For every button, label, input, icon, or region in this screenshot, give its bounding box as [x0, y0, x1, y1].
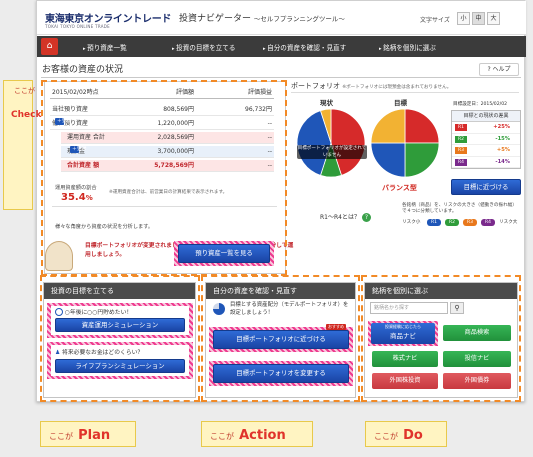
risk-small-label: リスク小	[402, 220, 421, 225]
check-callout: ここが Check	[3, 80, 42, 210]
font-size-label: 文字サイズ	[420, 17, 450, 24]
action-callout: ここが Action	[201, 421, 313, 447]
app-title: 投資ナビゲーター ～セルフプランニングツール～	[179, 14, 345, 24]
diff-key: R3	[455, 147, 467, 154]
r-description: 各銘柄（商品）を、リスクの大きさ（値動きの振れ幅）で４つに分類しています。	[402, 203, 517, 214]
plan-region	[40, 275, 200, 402]
pie-slice-r3	[370, 142, 406, 178]
diff-value: +5%	[496, 147, 510, 153]
diff-table-header: 目標との現状の差異	[452, 111, 520, 122]
diff-row: R4 -14%	[452, 157, 520, 168]
pie-slice-r2	[404, 142, 440, 178]
divider	[291, 92, 519, 93]
approach-target-button[interactable]: 目標に近づける	[451, 179, 521, 195]
r3-pill: R3	[463, 219, 477, 226]
brand-logo-sub: TOKAI TOKYO ONLINE TRADE	[45, 24, 110, 29]
font-size-small-button[interactable]: 小	[457, 12, 470, 25]
diff-value: +25%	[493, 124, 510, 130]
diff-row: R2 -15%	[452, 134, 520, 145]
balance-type-label: バランス型	[382, 184, 417, 192]
do-callout: ここが Do	[365, 421, 447, 447]
do-region	[361, 275, 521, 402]
home-icon[interactable]: ⌂	[41, 38, 58, 55]
check-prefix: ここが	[14, 87, 35, 95]
diff-key: R4	[455, 158, 467, 166]
current-pie-chart	[296, 108, 366, 178]
diff-value: -14%	[495, 158, 510, 165]
diff-table: 目標との現状の差異 R1 +25% R2 -15% R3 +5% R4 -14%	[451, 110, 521, 169]
diff-key: R2	[455, 135, 467, 143]
font-size-medium-button[interactable]: 中	[472, 12, 485, 25]
plan-callout: ここが Plan	[40, 421, 136, 447]
help-button[interactable]: ? ヘルプ	[479, 63, 519, 76]
target-pie-chart	[370, 108, 440, 178]
diff-row: R1 +25%	[452, 122, 520, 134]
check-region	[41, 80, 287, 276]
portfolio-title: ポートフォリオ ※ポートフォリオには現預金は含まれておりません。	[291, 82, 452, 90]
help-icon: ?	[487, 66, 491, 73]
page-title: お客様の資産の状況	[42, 65, 124, 75]
pie-slice-r4	[370, 108, 406, 144]
brand-logo[interactable]: 東海東京オンライントレード	[45, 10, 171, 25]
r1-pill: R1	[427, 219, 441, 226]
risk-large-label: リスク大	[499, 220, 518, 225]
diff-value: -15%	[495, 135, 510, 142]
nav-item-holdings[interactable]: 預り資産一覧	[83, 42, 127, 52]
action-region	[201, 275, 360, 402]
no-target-overlay: 目標ポートフォリオが設定されていません	[297, 145, 367, 159]
diff-key: R1	[455, 124, 467, 131]
target-date: 目標設定日：2015/02/02	[453, 102, 508, 107]
nav-item-plan[interactable]: 投資の目標を立てる	[172, 42, 235, 52]
question-icon[interactable]: ?	[361, 213, 371, 222]
diff-row: R3 +5%	[452, 145, 520, 157]
title-divider	[41, 77, 521, 78]
check-word: Check	[11, 110, 42, 120]
r4-pill: R4	[481, 219, 495, 226]
nav-item-select[interactable]: 銘柄を個別に選ぶ	[379, 42, 436, 52]
pie-slice-r1	[404, 108, 440, 144]
header-bar: 東海東京オンライントレード TOKAI TOKYO ONLINE TRADE 投…	[37, 1, 526, 35]
r2-pill: R2	[445, 219, 459, 226]
main-nav: ⌂ 預り資産一覧 投資の目標を立てる 自分の資産を確認・見直す 銘柄を個別に選ぶ	[37, 36, 526, 57]
nav-item-review[interactable]: 自分の資産を確認・見直す	[263, 42, 346, 52]
r-question: R1～R4とは？ ?	[320, 212, 371, 222]
font-size-large-button[interactable]: 大	[487, 12, 500, 25]
